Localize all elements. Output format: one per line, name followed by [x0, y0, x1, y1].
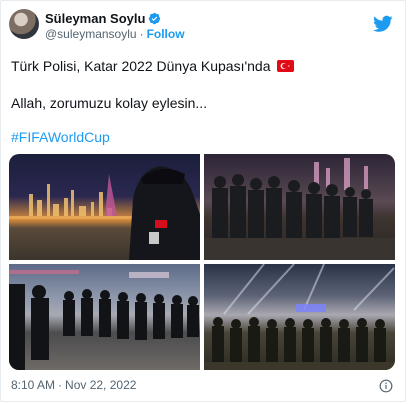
follow-button[interactable]: Follow	[147, 27, 185, 41]
tweet-line-1: Türk Polisi, Katar 2022 Dünya Kupası'nda	[11, 57, 295, 75]
avatar[interactable]	[9, 9, 39, 39]
tweet-date: Nov 22, 2022	[65, 378, 137, 392]
tweet-timestamp[interactable]: 8:10 AM · Nov 22, 2022	[11, 378, 136, 392]
turkey-flag-icon	[277, 60, 295, 72]
tweet-time: 8:10 AM	[11, 378, 56, 392]
author-block: Süleyman Soylu @suleymansoylu · Follow	[45, 10, 185, 42]
timestamp-separator: ·	[58, 378, 63, 392]
author-display-name[interactable]: Süleyman Soylu	[45, 11, 145, 26]
tweet-line-1-text: Türk Polisi, Katar 2022 Dünya Kupası'nda	[11, 58, 271, 74]
hashtag-link[interactable]: #FIFAWorldCup	[11, 128, 110, 146]
verified-badge-icon	[149, 12, 161, 24]
photo-4-scene	[204, 264, 395, 370]
photo-1-scene	[9, 166, 200, 260]
twitter-bird-icon[interactable]	[373, 15, 393, 33]
photo-4[interactable]	[204, 264, 395, 370]
photo-3[interactable]	[9, 264, 200, 370]
photo-1[interactable]	[9, 154, 200, 260]
media-grid	[9, 154, 395, 370]
tweet-header: Süleyman Soylu @suleymansoylu · Follow	[9, 9, 399, 45]
photo-2-scene	[204, 158, 395, 260]
photo-3-scene	[9, 270, 199, 370]
author-handle[interactable]: @suleymansoylu	[45, 27, 137, 41]
tweet-card: Süleyman Soylu @suleymansoylu · Follow T…	[0, 0, 406, 402]
handle-separator: ·	[139, 27, 144, 41]
tweet-line-2: Allah, zorumuzu kolay eylesin...	[11, 95, 208, 111]
info-icon[interactable]	[379, 379, 393, 393]
photo-2[interactable]	[204, 154, 395, 260]
